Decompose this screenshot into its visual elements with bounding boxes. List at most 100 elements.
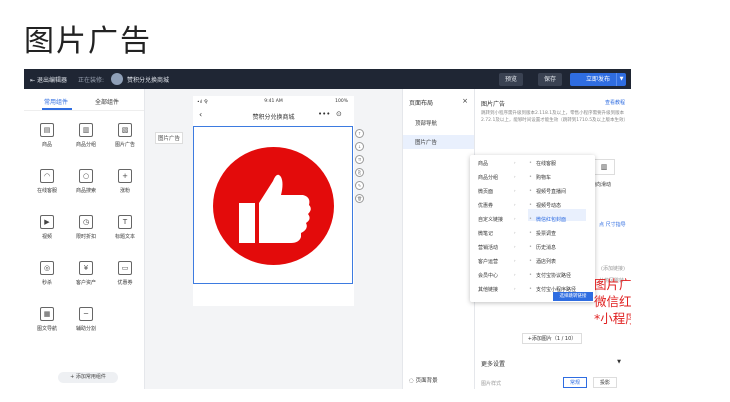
- help-link[interactable]: 查看教程: [605, 99, 625, 106]
- chevron-down-icon[interactable]: ▼: [617, 359, 621, 365]
- thumbs-up-icon: [239, 174, 311, 243]
- size-guide-link[interactable]: 点 尺寸指导: [599, 221, 626, 228]
- component-item[interactable]: ◷ 限时折扣: [67, 215, 105, 249]
- menu-category-item[interactable]: 其他链接: [478, 286, 498, 293]
- coupon-icon: ▭: [118, 261, 132, 275]
- save-button[interactable]: 保存: [538, 73, 562, 86]
- phone-nav-bar: ‹ 赞积分兑换商城 ••• ⊙: [193, 108, 354, 122]
- menu-category-item[interactable]: 优惠券: [478, 202, 493, 209]
- menu-category-item[interactable]: 商品: [478, 160, 488, 167]
- menu-link-item[interactable]: 视频号直播间: [536, 188, 566, 195]
- component-item[interactable]: ◎ 秒杀: [28, 261, 66, 295]
- component-label: 涨粉: [119, 188, 130, 194]
- component-item[interactable]: ▥ 商品分组: [67, 123, 105, 157]
- move-top-icon[interactable]: ⇈: [355, 155, 364, 164]
- component-item[interactable]: ○ 商品搜索: [67, 169, 105, 203]
- bullet-icon: •: [529, 286, 532, 292]
- menu-link-item[interactable]: 投票调查: [536, 230, 556, 237]
- text-icon: T: [118, 215, 132, 229]
- exit-editor-label: 退出编辑器: [36, 77, 67, 84]
- block-toolbar: ↑ ↓ ⇈ ⎘ ✎ 🗑: [355, 129, 365, 207]
- component-tag: 图片广告: [155, 132, 184, 144]
- component-item[interactable]: ▦ 图文导航: [28, 307, 66, 341]
- style-option-shadow[interactable]: 投影: [593, 377, 617, 388]
- move-down-icon[interactable]: ↓: [355, 142, 364, 151]
- properties-description: 跳转到小程序需升级到版本2.118.1及以上，零售小程序需要升级到版本2.72.…: [481, 111, 629, 123]
- menu-link-item[interactable]: 视频号动态: [536, 202, 561, 209]
- choose-link-button[interactable]: 选择跳转链接: [553, 292, 593, 301]
- phone-preview: •ıl 令 9:41 AM 100% ‹ 赞积分兑换商城 ••• ⊙: [193, 96, 354, 306]
- editor-app: ⇤ 退出编辑器 正在装修: 赞积分兑换商城 预览 保存 立即发布 ▼ 常用组件 …: [24, 69, 631, 389]
- component-item[interactable]: ▶ 视频: [28, 215, 66, 249]
- menu-link-item[interactable]: 购物车: [536, 174, 551, 181]
- menu-link-item[interactable]: 微信红包封面: [536, 216, 566, 223]
- style-option-normal[interactable]: 常规: [563, 377, 587, 388]
- component-label: 图片广告: [114, 142, 135, 148]
- menu-link-item[interactable]: 支付宝小程序路径: [536, 286, 576, 293]
- bullet-icon: •: [529, 244, 532, 250]
- component-item[interactable]: ▭ 优惠券: [106, 261, 144, 295]
- bullet-icon: •: [529, 216, 532, 222]
- target-icon: ⊙: [336, 110, 342, 118]
- menu-link-item[interactable]: 酒店列表: [536, 258, 556, 265]
- slide-title: 图片广告: [24, 24, 152, 59]
- delete-icon[interactable]: 🗑: [355, 194, 364, 203]
- component-label: 商品: [41, 142, 52, 148]
- menu-category-item[interactable]: 微页面: [478, 188, 493, 195]
- component-item[interactable]: ▤ 商品: [28, 123, 66, 157]
- menu-link-item[interactable]: 在线客服: [536, 160, 556, 167]
- nav-icon: ▦: [40, 307, 54, 321]
- component-item[interactable]: ─ 辅助分割: [67, 307, 105, 341]
- shop-name: 赞积分兑换商城: [127, 77, 170, 84]
- layout-item-image-ad[interactable]: 图片广告: [415, 138, 437, 146]
- menu-category-item[interactable]: 自定义链接: [478, 216, 503, 223]
- publish-button[interactable]: 立即发布 ▼: [570, 73, 626, 86]
- close-icon[interactable]: ×: [462, 97, 468, 105]
- menu-category-item[interactable]: 客户运营: [478, 258, 498, 265]
- chevron-right-icon: ›: [514, 188, 516, 193]
- add-user-icon: +: [118, 169, 132, 183]
- page-layout-panel: 页面布局 × 顶部导航 图片广告 ◌ 页面背景: [402, 89, 475, 389]
- chevron-right-icon: ›: [514, 216, 516, 221]
- menu-category-item[interactable]: 商品分组: [478, 174, 498, 181]
- chevron-right-icon: ›: [514, 202, 516, 207]
- video-icon: ▶: [40, 215, 54, 229]
- menu-category-item[interactable]: 会员中心: [478, 272, 498, 279]
- component-item[interactable]: T 标题文本: [106, 215, 144, 249]
- more-icon: •••: [318, 110, 331, 118]
- add-common-component-button[interactable]: + 添加常用组件: [58, 372, 118, 383]
- horizontal-scroll-option[interactable]: ▥: [593, 159, 615, 175]
- grid-icon: ▥: [79, 123, 93, 137]
- image-ad-block[interactable]: [193, 126, 353, 284]
- tab-common-components[interactable]: 常用组件: [44, 97, 68, 106]
- component-item[interactable]: ¥ 客户资产: [67, 261, 105, 295]
- bullet-icon: •: [529, 174, 532, 180]
- publish-label: 立即发布: [585, 76, 610, 83]
- edit-icon[interactable]: ✎: [355, 181, 364, 190]
- chevron-right-icon: ›: [514, 230, 516, 235]
- component-item[interactable]: ▧ 图片广告: [106, 123, 144, 157]
- shop-avatar: [111, 73, 123, 85]
- menu-category-item[interactable]: 微笔记: [478, 230, 493, 237]
- menu-link-item[interactable]: 支付宝协议路径: [536, 272, 571, 279]
- component-label: 辅助分割: [75, 326, 96, 332]
- chevron-down-icon[interactable]: ▼: [616, 73, 626, 86]
- copy-icon[interactable]: ⎘: [355, 168, 364, 177]
- add-image-button[interactable]: +添加图片（1 / 10）: [522, 333, 582, 344]
- component-item[interactable]: ◠ 在线客服: [28, 169, 66, 203]
- menu-link-item[interactable]: 历史消息: [536, 244, 556, 251]
- annotation-line-3: *小程序需升级至V2.96以上: [594, 311, 631, 326]
- preview-button[interactable]: 预览: [499, 73, 523, 86]
- more-settings-header[interactable]: 更多设置: [481, 359, 505, 368]
- bullet-icon: •: [529, 230, 532, 236]
- move-up-icon[interactable]: ↑: [355, 129, 364, 138]
- exit-editor-button[interactable]: ⇤ 退出编辑器: [30, 75, 67, 84]
- menu-category-item[interactable]: 营销活动: [478, 244, 498, 251]
- layout-item-top-nav[interactable]: 顶部导航: [415, 119, 437, 127]
- component-item[interactable]: + 涨粉: [106, 169, 144, 203]
- tab-all-components[interactable]: 全部组件: [95, 97, 119, 106]
- search-icon: ○: [79, 169, 93, 183]
- component-label: 客户资产: [75, 280, 96, 286]
- page-background-button[interactable]: ◌ 页面背景: [409, 376, 438, 384]
- image-icon: ▧: [118, 123, 132, 137]
